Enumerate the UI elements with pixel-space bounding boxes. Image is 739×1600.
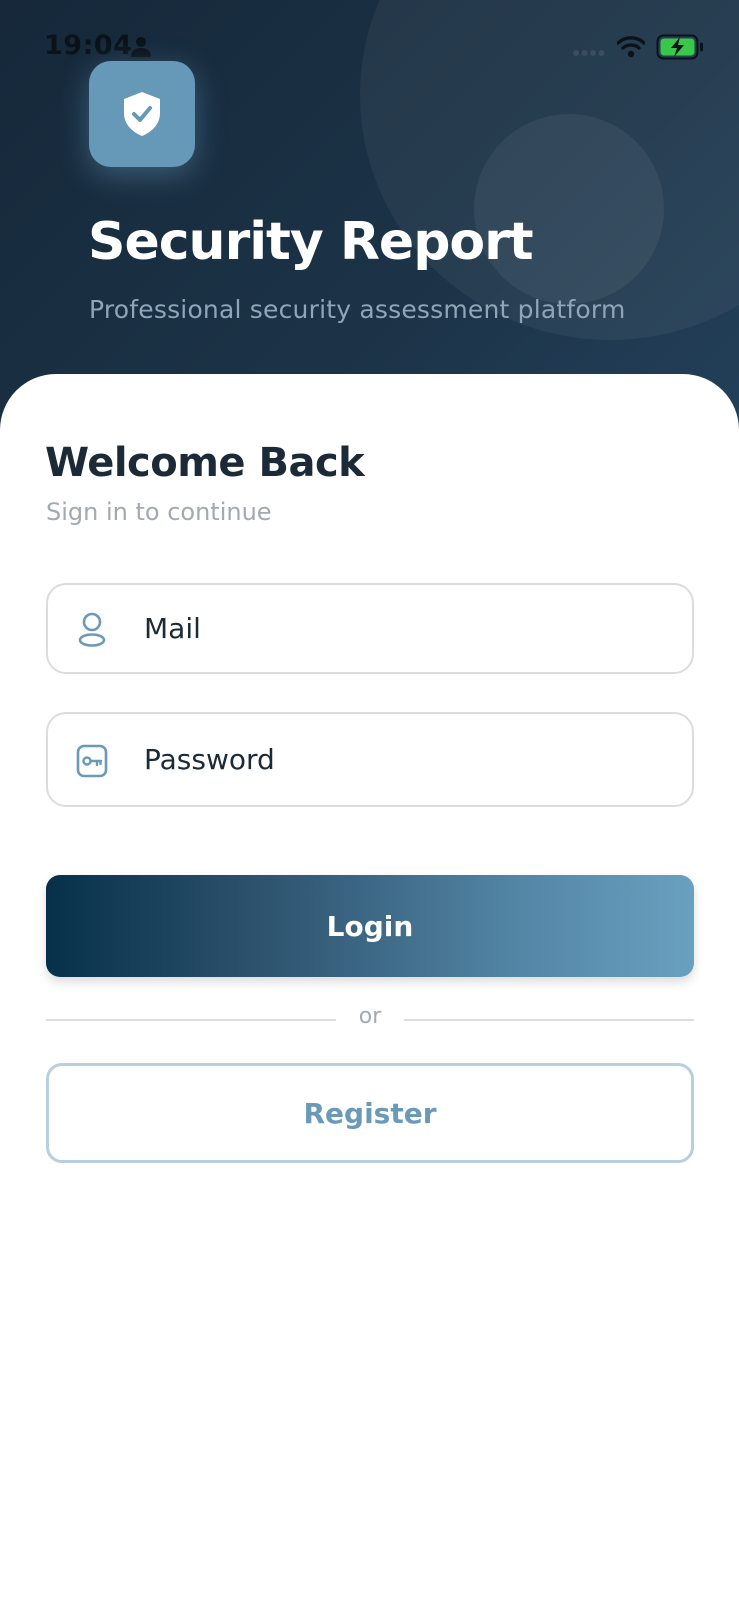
mail-field[interactable] (46, 583, 694, 674)
app-title: Security Report (88, 212, 534, 272)
signal-icon (573, 50, 605, 56)
person-icon (131, 37, 151, 57)
divider-line-right (404, 1019, 694, 1021)
login-button[interactable]: Login (46, 875, 694, 977)
app-logo (89, 61, 195, 167)
battery-charging-icon (656, 34, 703, 60)
user-icon (78, 612, 106, 647)
login-card (0, 374, 739, 1600)
decorative-circle-small (474, 114, 664, 304)
welcome-heading: Welcome Back (45, 440, 365, 486)
mail-input[interactable] (144, 585, 674, 672)
app-subtitle: Professional security assessment platfor… (89, 295, 626, 324)
password-input[interactable] (144, 714, 674, 805)
register-button[interactable]: Register (46, 1063, 694, 1163)
divider-line-left (46, 1019, 336, 1021)
wifi-icon (617, 36, 645, 58)
signin-subheading: Sign in to continue (46, 498, 272, 526)
shield-check-icon (124, 92, 160, 136)
password-field[interactable] (46, 712, 694, 807)
divider-or: or (358, 1004, 382, 1029)
status-time: 19:04 (44, 30, 133, 61)
key-icon (76, 744, 108, 778)
